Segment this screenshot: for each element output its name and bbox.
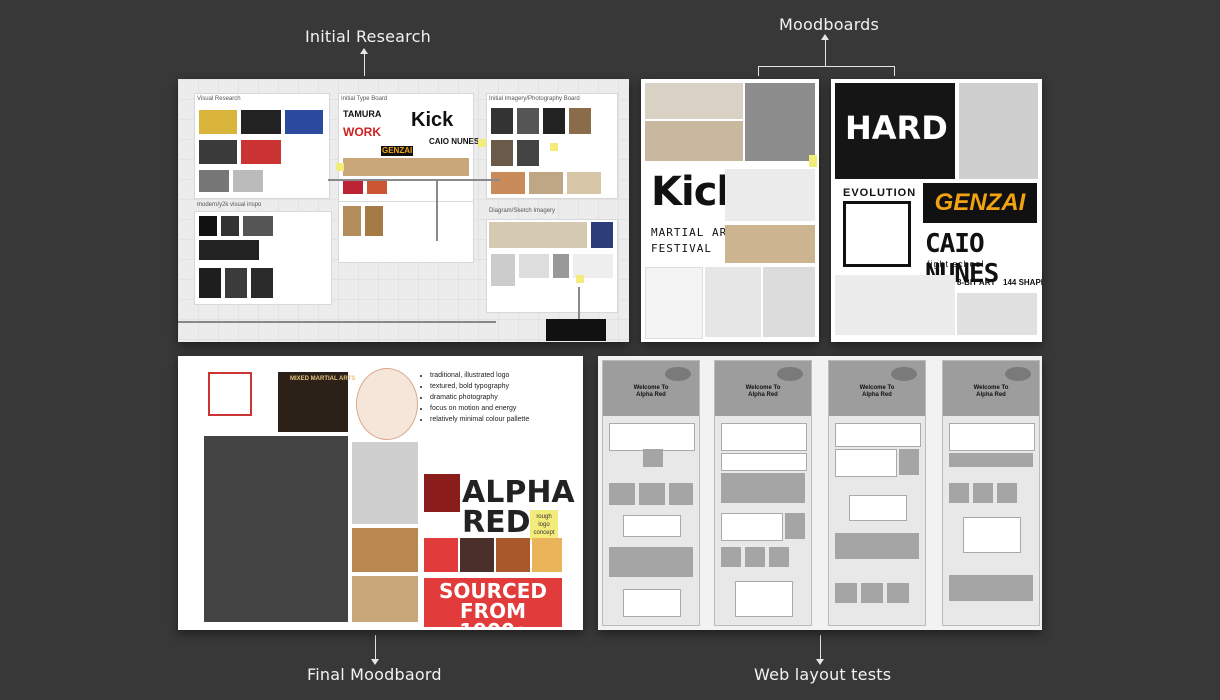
card-title: modern/y2k visual inspo <box>197 202 262 208</box>
label-final-moodboard: Final Moodbaord <box>307 665 442 684</box>
type-sample: TAMURA <box>343 109 382 119</box>
colour-swatch <box>532 538 562 572</box>
wireframe-2: Welcome To Alpha Red <box>714 360 812 626</box>
visual-research-card: Visual Research <box>194 93 330 199</box>
final-moodboard: MIXED MARTIAL ARTS traditional, illustra… <box>178 356 583 630</box>
modern-y2k-card: modern/y2k visual inspo <box>194 202 332 305</box>
rough-logo-note: rough logo concept <box>530 510 558 540</box>
wireframe-hero-title: Welcome To Alpha Red <box>859 385 895 398</box>
moodboard-2: HARD EVOLUTION GENZAI CAIO NUNES fight s… <box>831 79 1042 342</box>
arrow-line <box>364 54 365 76</box>
alpha-text: ALPHA <box>462 475 575 510</box>
sourced-line-2: FROM 1900s <box>459 599 527 630</box>
label-web-layout-tests: Web layout tests <box>754 665 892 684</box>
note-item: dramatic photography <box>430 392 529 403</box>
moodboard-1: Kick MARTIAL ARTS FESTIVAL <box>641 79 819 342</box>
wireframe-4: Welcome To Alpha Red <box>942 360 1040 626</box>
type-sample: GENZAI <box>381 146 414 156</box>
arrow-line <box>375 635 376 661</box>
moodboard-notes: traditional, illustrated logo textured, … <box>422 370 529 425</box>
fight-school-text: fight school <box>927 259 985 269</box>
kick-subtitle-2: FESTIVAL <box>651 242 712 255</box>
card-title: Initial Type Board <box>341 96 388 102</box>
shapes-text: 144 SHAPES <box>1003 278 1042 287</box>
sourced-banner: SOURCED FROM 1900s <box>424 578 562 630</box>
note-item: focus on motion and energy <box>430 403 529 414</box>
type-board-extra <box>338 201 474 263</box>
note-item: textured, bold typography <box>430 381 529 392</box>
colour-swatch <box>424 538 458 572</box>
evolution-text: EVOLUTION <box>843 187 917 199</box>
card-title: Diagram/Sketch Imagery <box>489 208 556 214</box>
bracket-left <box>758 66 759 76</box>
bracket-line <box>758 66 895 67</box>
label-moodboards: Moodboards <box>779 15 880 34</box>
note-item: relatively minimal colour pallette <box>430 414 529 425</box>
genzai-logo: GENZAI <box>923 183 1037 223</box>
type-sample: CAIO NUNES <box>429 137 480 146</box>
colour-swatch <box>496 538 530 572</box>
bracket-right <box>894 66 895 76</box>
wireframe-hero-title: Welcome To Alpha Red <box>633 385 669 398</box>
sourced-line-1: SOURCED <box>439 579 547 603</box>
hard-text: HARD <box>845 109 948 147</box>
wireframe-hero-title: Welcome To Alpha Red <box>745 385 781 398</box>
arrow-line <box>820 635 821 661</box>
note-item: traditional, illustrated logo <box>430 370 529 381</box>
wireframe-1: Welcome To Alpha Red <box>602 360 700 626</box>
red-text: RED <box>462 505 531 540</box>
arrow-down-icon <box>816 659 824 665</box>
wireframe-hero-title: Welcome To Alpha Red <box>973 385 1009 398</box>
mma-badge-text: MIXED MARTIAL ARTS <box>290 376 356 382</box>
fist-photo <box>204 436 348 622</box>
wireframe-3: Welcome To Alpha Red <box>828 360 926 626</box>
arrow-line <box>825 40 826 66</box>
card-title: Initial Imagery/Photography Board <box>489 96 580 102</box>
card-title: Visual Research <box>197 96 241 102</box>
diagram-sketch-card: Diagram/Sketch Imagery <box>486 208 618 313</box>
bit-art-text: 8-BIT ART <box>957 278 996 287</box>
type-sample: WORK <box>343 125 381 139</box>
label-initial-research: Initial Research <box>305 27 431 46</box>
arrow-down-icon <box>371 659 379 665</box>
type-sample: Kick <box>411 109 454 131</box>
initial-research-board: Visual Research Initial Type Board TAMUR… <box>178 79 629 342</box>
web-layout-tests: Welcome To Alpha Red Welcome To Alpha Red <box>598 356 1042 630</box>
colour-swatch <box>460 538 494 572</box>
